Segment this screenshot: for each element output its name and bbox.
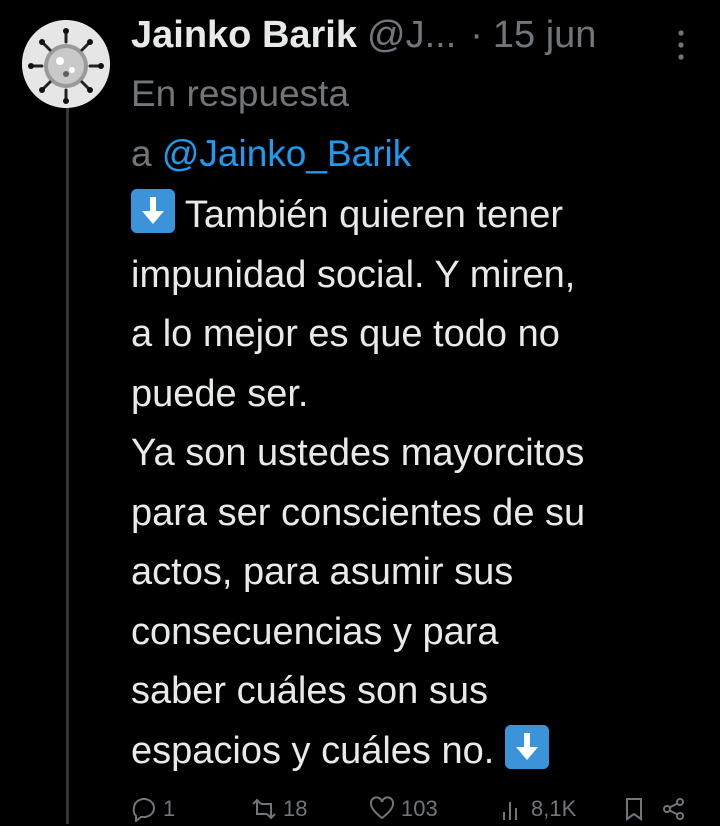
reply-mention-link[interactable]: @Jainko_Barik xyxy=(162,133,411,174)
retweet-button[interactable]: 18 xyxy=(251,796,307,822)
heart-icon xyxy=(369,796,395,820)
like-button[interactable]: 103 xyxy=(369,796,438,822)
views-count: 8,1K xyxy=(531,796,577,821)
views-button[interactable]: 8,1K xyxy=(499,796,576,822)
bookmark-icon xyxy=(626,798,642,821)
tweet-text: También quieren tener impunidad social. … xyxy=(131,186,691,781)
spiked-sphere-avatar-icon xyxy=(22,20,110,108)
share-button[interactable] xyxy=(661,796,687,822)
tweet-date[interactable]: 15 jun xyxy=(493,6,597,64)
text-line-5: para ser conscientes de su xyxy=(131,491,586,534)
reply-button[interactable]: 1 xyxy=(131,796,175,822)
reply-icon xyxy=(132,798,155,822)
avatar[interactable] xyxy=(22,20,110,108)
reply-prefix-a: a xyxy=(131,133,152,174)
tweet-content: Jainko Barik @J... · 15 jun En respuesta… xyxy=(131,6,691,781)
share-icon xyxy=(663,798,684,820)
reply-prefix: En respuesta xyxy=(131,73,350,114)
text-line-8: saber cuáles son sus xyxy=(131,670,488,712)
text-line-0: También quieren tener xyxy=(184,194,564,236)
separator-dot: · xyxy=(470,14,483,56)
views-bar-chart-icon xyxy=(503,802,517,820)
text-line-9: espacios y cuáles no. xyxy=(131,722,691,782)
down-arrow-emoji-icon xyxy=(131,189,175,233)
reply-context: En respuesta a @Jainko_Barik xyxy=(131,64,691,184)
thread-line xyxy=(66,104,69,824)
retweet-icon xyxy=(252,798,276,820)
text-line-6: actos, para asumir sus xyxy=(131,551,514,593)
tweet-action-bar: 1 18 103 8,1K xyxy=(131,796,691,826)
author-display-name[interactable]: Jainko Barik xyxy=(131,6,357,64)
text-line-4: Ya son ustedes mayorcitos xyxy=(131,432,585,474)
text-line-9-text: espacios y cuáles no. xyxy=(131,729,495,772)
down-arrow-emoji-icon xyxy=(504,724,549,769)
text-line-1: impunidad social. Y miren, xyxy=(131,253,576,296)
retweet-count: 18 xyxy=(283,796,308,821)
reply-count: 1 xyxy=(163,796,176,821)
text-line-3: puede ser. xyxy=(131,372,309,415)
more-vertical-icon[interactable] xyxy=(676,28,686,62)
author-handle[interactable]: @J... xyxy=(367,6,456,64)
text-line: También quieren tener xyxy=(131,186,691,246)
tweet-header: Jainko Barik @J... · 15 jun xyxy=(131,6,691,64)
text-line-7: consecuencias y para xyxy=(131,610,499,653)
reply-target-line: a @Jainko_Barik xyxy=(131,124,691,184)
text-line-2: a lo mejor es que todo no xyxy=(131,313,560,355)
bookmark-button[interactable] xyxy=(621,796,647,822)
like-count: 103 xyxy=(401,796,438,821)
